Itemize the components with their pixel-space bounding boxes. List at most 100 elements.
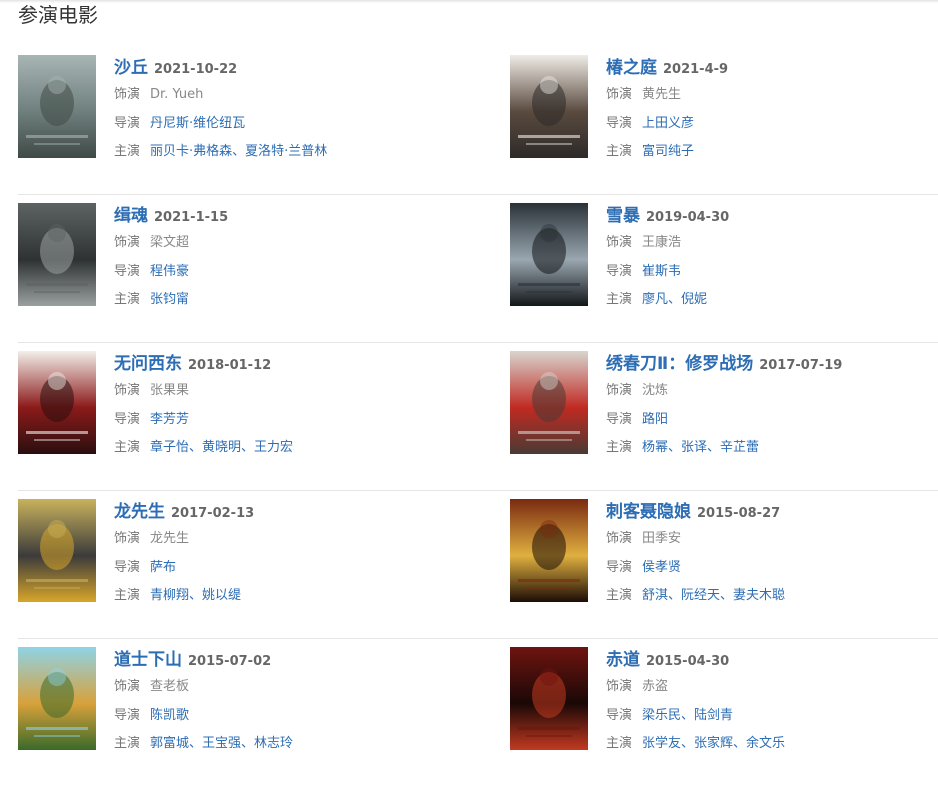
movie-starring-line: 主演 张学友、张家辉、余文乐	[606, 730, 785, 759]
movie-starring-line: 主演 青柳翔、姚以缇	[114, 582, 254, 611]
movie-card: 雪暴 2019-04-30 饰演 王康浩 导演 崔斯韦 主演 廖凡、倪妮	[510, 203, 938, 307]
movie-director-link[interactable]: 路阳	[642, 412, 668, 427]
movie-role: 张果果	[150, 383, 190, 398]
movie-info: 椿之庭 2021-4-9 饰演 黄先生 导演 上田义彦 主演 富司纯子	[606, 55, 728, 167]
movie-director-line: 导演 丹尼斯·维伦纽瓦	[114, 110, 327, 139]
movie-poster[interactable]	[510, 351, 588, 454]
poster-image	[18, 499, 96, 602]
movie-starring-link[interactable]: 廖凡、倪妮	[642, 292, 707, 307]
movie-row: 无问西东 2018-01-12 饰演 张果果 导演 李芳芳 主演 章子怡、黄晓明、王力宏	[18, 343, 938, 491]
movie-title-link[interactable]: 绣春刀Ⅱ：修罗战场	[606, 354, 753, 374]
movie-title-link[interactable]: 赤道	[606, 650, 640, 670]
movie-role: Dr. Yueh	[150, 87, 204, 102]
movie-release-date: 2019-04-30	[646, 210, 730, 225]
movie-director-link[interactable]: 陈凯歌	[150, 708, 189, 723]
movie-title-line: 龙先生 2017-02-13	[114, 499, 254, 525]
movie-title-link[interactable]: 无问西东	[114, 354, 182, 374]
movie-director-link[interactable]: 上田义彦	[642, 116, 694, 131]
movie-poster[interactable]	[18, 499, 96, 602]
starring-label: 主演	[606, 588, 633, 603]
movie-poster[interactable]	[18, 203, 96, 306]
movie-title-line: 无问西东 2018-01-12	[114, 351, 293, 377]
movie-director-line: 导演 萨布	[114, 554, 254, 583]
movie-director-link[interactable]: 侯孝贤	[642, 560, 681, 575]
movie-title-line: 道士下山 2015-07-02	[114, 647, 293, 673]
movie-release-date: 2021-4-9	[663, 62, 729, 77]
movie-title-link[interactable]: 龙先生	[114, 502, 165, 522]
movie-card: 绣春刀Ⅱ：修罗战场 2017-07-19 饰演 沈炼 导演 路阳 主演 杨幂、张译、辛芷…	[510, 351, 938, 455]
starring-label: 主演	[606, 292, 633, 307]
movie-starring-line: 主演 章子怡、黄晓明、王力宏	[114, 434, 293, 463]
movie-title-link[interactable]: 缉魂	[114, 206, 148, 226]
movie-poster[interactable]	[18, 647, 96, 750]
movie-director-link[interactable]: 李芳芳	[150, 412, 189, 427]
movie-director-line: 导演 上田义彦	[606, 110, 728, 139]
movie-starring-link[interactable]: 章子怡、黄晓明、王力宏	[150, 440, 293, 455]
movie-poster[interactable]	[510, 647, 588, 750]
movie-role: 赤盗	[642, 679, 669, 694]
movie-starring-link[interactable]: 丽贝卡·弗格森、夏洛特·兰普林	[150, 144, 327, 159]
movie-title-line: 刺客聂隐娘 2015-08-27	[606, 499, 785, 525]
movie-release-date: 2015-08-27	[697, 506, 781, 521]
movie-card: 道士下山 2015-07-02 饰演 查老板 导演 陈凯歌 主演 郭富城、王宝强、林志玲	[18, 647, 458, 751]
movie-title-line: 沙丘 2021-10-22	[114, 55, 327, 81]
movie-row: 道士下山 2015-07-02 饰演 查老板 导演 陈凯歌 主演 郭富城、王宝强、林志玲	[18, 639, 938, 786]
movie-poster[interactable]	[18, 351, 96, 454]
movie-role: 龙先生	[150, 531, 190, 546]
movie-director-link[interactable]: 梁乐民、陆剑青	[642, 708, 733, 723]
director-label: 导演	[606, 411, 633, 427]
poster-image	[18, 647, 96, 750]
movie-release-date: 2015-07-02	[188, 654, 272, 669]
movie-role: 查老板	[150, 679, 190, 694]
movie-title-line: 缉魂 2021-1-15	[114, 203, 228, 229]
poster-image	[18, 55, 96, 158]
director-label: 导演	[114, 263, 141, 279]
movie-role-line: 饰演 龙先生	[114, 525, 254, 554]
movie-info: 刺客聂隐娘 2015-08-27 饰演 田季安 导演 侯孝贤 主演 舒淇、阮经天、妻夫木…	[606, 499, 785, 611]
movie-info: 绣春刀Ⅱ：修罗战场 2017-07-19 饰演 沈炼 导演 路阳 主演 杨幂、张译、辛芷…	[606, 351, 842, 463]
movie-starring-link[interactable]: 富司纯子	[642, 144, 694, 159]
movie-starring-link[interactable]: 舒淇、阮经天、妻夫木聪	[642, 588, 785, 603]
movie-title-line: 椿之庭 2021-4-9	[606, 55, 728, 81]
role-label: 饰演	[114, 679, 141, 694]
starring-label: 主演	[606, 144, 633, 159]
movie-director-link[interactable]: 丹尼斯·维伦纽瓦	[150, 116, 245, 131]
movie-starring-link[interactable]: 张钧甯	[150, 292, 189, 307]
movie-title-link[interactable]: 椿之庭	[606, 58, 657, 78]
movie-poster[interactable]	[510, 203, 588, 306]
movie-title-link[interactable]: 沙丘	[114, 58, 148, 78]
movie-role: 王康浩	[642, 235, 682, 250]
poster-image	[18, 203, 96, 306]
movie-poster[interactable]	[510, 499, 588, 602]
movie-starring-link[interactable]: 青柳翔、姚以缇	[150, 588, 241, 603]
movie-release-date: 2021-1-15	[154, 210, 229, 225]
movie-starring-link[interactable]: 郭富城、王宝强、林志玲	[150, 736, 293, 751]
movie-poster[interactable]	[510, 55, 588, 158]
movie-card: 无问西东 2018-01-12 饰演 张果果 导演 李芳芳 主演 章子怡、黄晓明、王力宏	[18, 351, 458, 455]
movie-director-link[interactable]: 崔斯韦	[642, 264, 681, 279]
movie-card: 缉魂 2021-1-15 饰演 梁文超 导演 程伟豪 主演 张钧甯	[18, 203, 458, 307]
role-label: 饰演	[114, 531, 141, 546]
starring-label: 主演	[114, 736, 141, 751]
poster-image	[510, 351, 588, 454]
movie-role-line: 饰演 田季安	[606, 525, 785, 554]
movie-director-link[interactable]: 萨布	[150, 560, 176, 575]
movie-director-line: 导演 梁乐民、陆剑青	[606, 702, 785, 731]
movie-role-line: 饰演 查老板	[114, 673, 293, 702]
movie-director-link[interactable]: 程伟豪	[150, 264, 189, 279]
movie-info: 沙丘 2021-10-22 饰演 Dr. Yueh 导演 丹尼斯·维伦纽瓦 主演 丽贝卡…	[114, 55, 327, 167]
role-label: 饰演	[606, 235, 633, 250]
director-label: 导演	[606, 115, 633, 131]
movie-row: 沙丘 2021-10-22 饰演 Dr. Yueh 导演 丹尼斯·维伦纽瓦 主演 丽贝卡…	[18, 47, 938, 195]
director-label: 导演	[114, 707, 141, 723]
movie-director-line: 导演 路阳	[606, 406, 842, 435]
movie-starring-link[interactable]: 杨幂、张译、辛芷蕾	[642, 440, 759, 455]
movie-starring-line: 主演 郭富城、王宝强、林志玲	[114, 730, 293, 759]
top-divider	[0, 0, 938, 3]
movie-title-link[interactable]: 刺客聂隐娘	[606, 502, 691, 522]
movie-starring-link[interactable]: 张学友、张家辉、余文乐	[642, 736, 785, 751]
movie-title-link[interactable]: 道士下山	[114, 650, 182, 670]
movie-poster[interactable]	[18, 55, 96, 158]
movie-title-link[interactable]: 雪暴	[606, 206, 640, 226]
movie-starring-line: 主演 丽贝卡·弗格森、夏洛特·兰普林	[114, 138, 327, 167]
